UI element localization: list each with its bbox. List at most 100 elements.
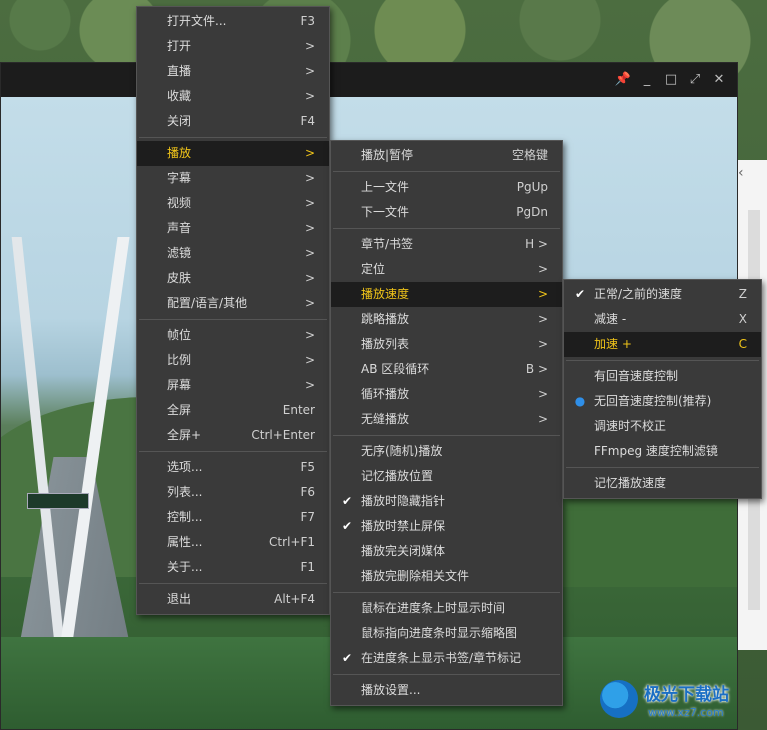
play-menu-item-shortcut: >	[537, 262, 548, 276]
speed-menu-item-shortcut: C	[738, 337, 747, 351]
main-menu-item-label: 配置/语言/其他	[167, 296, 248, 310]
main-menu-item[interactable]: 皮肤 >	[137, 266, 329, 291]
main-menu-item-label: 视频	[167, 196, 192, 210]
main-menu-item-shortcut: F1	[300, 560, 315, 574]
minimize-button[interactable]: _	[637, 70, 657, 90]
main-menu-item[interactable]: 声音 >	[137, 216, 329, 241]
menu-separator	[333, 674, 560, 675]
play-menu-item-label: 播放完关闭媒体	[361, 544, 446, 558]
watermark-logo-icon	[600, 680, 638, 718]
main-menu-item-label: 滤镜	[167, 246, 192, 260]
play-menu-item[interactable]: 记忆播放位置	[331, 464, 562, 489]
main-menu-item[interactable]: 配置/语言/其他 >	[137, 291, 329, 316]
play-menu-item[interactable]: 无缝播放 >	[331, 407, 562, 432]
speed-menu-item[interactable]: 有回音速度控制	[564, 364, 761, 389]
speed-menu-item[interactable]: ● 无回音速度控制(推荐)	[564, 389, 761, 414]
fullscreen-button[interactable]: ⤢	[685, 70, 705, 90]
play-menu-item[interactable]: 鼠标在进度条上时显示时间	[331, 596, 562, 621]
main-menu-item[interactable]: 收藏 >	[137, 84, 329, 109]
main-menu-item-shortcut: Ctrl+Enter	[251, 428, 315, 442]
main-menu-item[interactable]: 直播 >	[137, 59, 329, 84]
main-menu-item-label: 选项...	[167, 460, 203, 474]
play-menu-item[interactable]: 鼠标指向进度条时显示缩略图	[331, 621, 562, 646]
main-menu-item-label: 退出	[167, 592, 192, 606]
speed-menu-item[interactable]: 记忆播放速度	[564, 471, 761, 496]
main-menu-item-shortcut: Enter	[282, 403, 315, 417]
road-sign	[27, 493, 89, 509]
checkmark-icon: ✔	[341, 519, 353, 533]
main-menu-item[interactable]: 退出 Alt+F4	[137, 587, 329, 612]
speed-menu-item-label: 有回音速度控制	[594, 369, 679, 383]
play-menu-item-label: AB 区段循环	[361, 362, 430, 376]
checkmark-icon: ✔	[341, 651, 353, 665]
play-menu-item-label: 鼠标指向进度条时显示缩略图	[361, 626, 518, 640]
play-menu-item[interactable]: 循环播放 >	[331, 382, 562, 407]
main-menu-item[interactable]: 全屏+ Ctrl+Enter	[137, 423, 329, 448]
main-menu-item-shortcut: >	[304, 171, 315, 185]
play-menu-item[interactable]: 播放列表 >	[331, 332, 562, 357]
play-menu-item-shortcut: 空格键	[511, 148, 548, 162]
main-menu-item-shortcut: F7	[300, 510, 315, 524]
play-menu-item[interactable]: ✔ 在进度条上显示书签/章节标记	[331, 646, 562, 671]
speed-submenu: ✔ 正常/之前的速度 Z 减速 - X 加速 + C 有回音速度控制 ● 无回音速度控制(推荐) 调…	[563, 279, 762, 499]
play-menu-item[interactable]: ✔ 播放时隐藏指针	[331, 489, 562, 514]
menu-separator	[333, 171, 560, 172]
speed-menu-item-label: 记忆播放速度	[594, 476, 667, 490]
play-menu-item[interactable]: AB 区段循环 B >	[331, 357, 562, 382]
menu-separator	[566, 360, 759, 361]
main-menu-item-shortcut: >	[304, 353, 315, 367]
play-menu-item-label: 跳略播放	[361, 312, 410, 326]
speed-menu-item[interactable]: ✔ 正常/之前的速度 Z	[564, 282, 761, 307]
play-menu-item[interactable]: 播放设置...	[331, 678, 562, 703]
radio-dot-icon: ●	[574, 394, 586, 408]
play-menu-item[interactable]: 播放完关闭媒体	[331, 539, 562, 564]
main-menu-item[interactable]: 比例 >	[137, 348, 329, 373]
main-menu-item-label: 控制...	[167, 510, 203, 524]
close-button[interactable]: ✕	[709, 70, 729, 90]
play-menu-item-shortcut: B >	[525, 362, 548, 376]
main-menu-item[interactable]: 打开 >	[137, 34, 329, 59]
main-menu-item[interactable]: 关于... F1	[137, 555, 329, 580]
play-menu-item[interactable]: 播放速度 >	[331, 282, 562, 307]
main-menu-item[interactable]: 属性... Ctrl+F1	[137, 530, 329, 555]
main-menu-item-label: 帧位	[167, 328, 192, 342]
play-menu-item-shortcut: PgDn	[516, 205, 548, 219]
play-menu-item[interactable]: ✔ 播放时禁止屏保	[331, 514, 562, 539]
play-menu-item-label: 章节/书签	[361, 237, 414, 251]
play-menu-item[interactable]: 章节/书签 H >	[331, 232, 562, 257]
play-menu-item-label: 播放列表	[361, 337, 410, 351]
speed-menu-item[interactable]: 调速时不校正	[564, 414, 761, 439]
main-menu-item[interactable]: 视频 >	[137, 191, 329, 216]
main-menu-item[interactable]: 滤镜 >	[137, 241, 329, 266]
main-menu-item[interactable]: 列表... F6	[137, 480, 329, 505]
main-menu-item[interactable]: 控制... F7	[137, 505, 329, 530]
menu-separator	[139, 137, 327, 138]
main-menu-item[interactable]: 帧位 >	[137, 323, 329, 348]
main-menu-item[interactable]: 全屏 Enter	[137, 398, 329, 423]
play-menu-item-label: 播放|暂停	[361, 148, 414, 162]
main-menu-item[interactable]: 打开文件... F3	[137, 9, 329, 34]
play-menu-item[interactable]: 下一文件 PgDn	[331, 200, 562, 225]
play-menu-item[interactable]: 播放|暂停 空格键	[331, 143, 562, 168]
speed-menu-item[interactable]: 减速 - X	[564, 307, 761, 332]
main-menu-item-shortcut: >	[304, 271, 315, 285]
pin-icon[interactable]: 📌	[613, 70, 633, 90]
main-menu-item[interactable]: 关闭 F4	[137, 109, 329, 134]
side-close-icon[interactable]: ‹	[738, 165, 758, 181]
play-menu-item[interactable]: 跳略播放 >	[331, 307, 562, 332]
speed-menu-item[interactable]: FFmpeg 速度控制滤镜	[564, 439, 761, 464]
play-menu-item[interactable]: 定位 >	[331, 257, 562, 282]
play-menu-item[interactable]: 无序(随机)播放	[331, 439, 562, 464]
checkmark-icon: ✔	[341, 494, 353, 508]
play-menu-item[interactable]: 播放完删除相关文件	[331, 564, 562, 589]
main-menu-item[interactable]: 播放 >	[137, 141, 329, 166]
main-menu-item[interactable]: 选项... F5	[137, 455, 329, 480]
play-menu-item-label: 无序(随机)播放	[361, 444, 443, 458]
main-menu-item[interactable]: 字幕 >	[137, 166, 329, 191]
main-menu-item-shortcut: F5	[300, 460, 315, 474]
maximize-button[interactable]: □	[661, 70, 681, 90]
play-menu-item-label: 上一文件	[361, 180, 410, 194]
speed-menu-item[interactable]: 加速 + C	[564, 332, 761, 357]
play-menu-item[interactable]: 上一文件 PgUp	[331, 175, 562, 200]
main-menu-item[interactable]: 屏幕 >	[137, 373, 329, 398]
